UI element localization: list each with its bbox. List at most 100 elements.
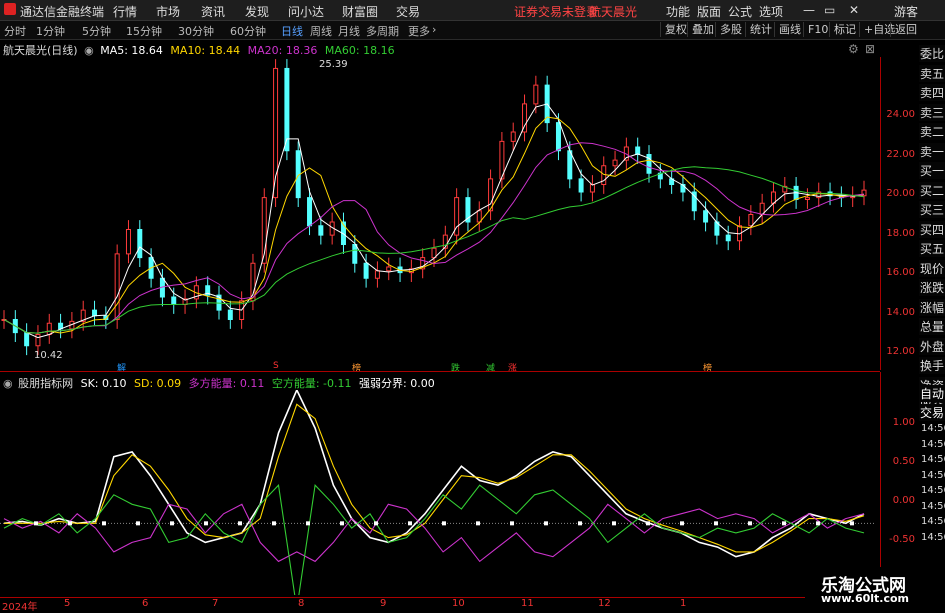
side-panel-item[interactable]: 交易: [919, 404, 945, 421]
side-panel-item[interactable]: 卖二: [919, 123, 945, 140]
f10-button[interactable]: F10: [803, 22, 832, 37]
tab-1min[interactable]: 1分钟: [36, 23, 65, 39]
stats-button[interactable]: 统计: [745, 22, 776, 37]
panel-close-icon[interactable]: ⊠: [865, 42, 875, 56]
date-label: 10: [452, 598, 465, 609]
tab-15min[interactable]: 15分钟: [126, 23, 162, 39]
strength-divider-dot: [34, 521, 38, 526]
menu-faxian[interactable]: 发现: [245, 3, 269, 20]
menu-shichang[interactable]: 市场: [156, 3, 180, 20]
ma5-label: MA5: 18.64: [100, 44, 163, 57]
strength-divider-dot: [850, 521, 854, 526]
tab-5min[interactable]: 5分钟: [82, 23, 111, 39]
side-panel-item[interactable]: 买三: [919, 201, 945, 218]
price-axis: [880, 57, 919, 370]
tab-monthly[interactable]: 月线: [338, 23, 360, 39]
menu-banmian[interactable]: 版面: [697, 3, 721, 20]
indicator-chart[interactable]: [0, 390, 880, 595]
menu-gongneng[interactable]: 功能: [666, 3, 690, 20]
panel-divider[interactable]: [0, 371, 880, 372]
trade-time: 14:56: [921, 531, 945, 543]
strength-divider-dot: [578, 521, 582, 526]
price-tick-24: 24.00: [886, 109, 915, 120]
side-panel-item[interactable]: 卖三: [919, 103, 945, 121]
strength-divider-dot: [170, 521, 174, 526]
side-panel-item[interactable]: 总量: [919, 318, 945, 335]
ind-tick-0: 0.00: [892, 495, 915, 506]
side-panel-item[interactable]: 买二: [919, 181, 945, 199]
side-panel-item[interactable]: 自动: [919, 385, 945, 402]
settings-icon[interactable]: ◉: [84, 44, 94, 57]
menu-jiaoyi[interactable]: 交易: [396, 3, 420, 20]
price-tick-18: 18.00: [886, 228, 915, 239]
tab-daily[interactable]: 日线: [281, 23, 303, 39]
menu-hangqing[interactable]: 行情: [113, 3, 137, 20]
side-panel-item[interactable]: 委比: [919, 45, 945, 62]
event-marker[interactable]: 解: [117, 361, 126, 374]
strength-divider-dot: [204, 521, 208, 526]
side-panel-item[interactable]: 卖四: [919, 84, 945, 101]
side-panel-item[interactable]: 换手: [919, 357, 945, 374]
side-panel-item[interactable]: 买四: [919, 220, 945, 238]
menu-gongshi[interactable]: 公式: [728, 3, 752, 20]
event-marker[interactable]: 减: [486, 361, 495, 374]
mark-button[interactable]: 标记: [829, 22, 860, 37]
price-chart[interactable]: [0, 57, 880, 357]
settings-icon[interactable]: ◉: [3, 377, 13, 390]
more-arrow-icon[interactable]: ›: [432, 23, 436, 36]
side-panel-item[interactable]: 现价: [919, 259, 945, 277]
candle-body: [46, 322, 52, 335]
date-label: 8: [298, 598, 305, 609]
tab-weekly[interactable]: 周线: [310, 23, 332, 39]
date-label: 5: [64, 598, 71, 609]
side-panel-item[interactable]: 外盘: [919, 337, 945, 355]
price-tick-22: 22.00: [886, 149, 915, 160]
tab-60min[interactable]: 60分钟: [230, 23, 266, 39]
back-button[interactable]: 返回: [890, 22, 921, 37]
trade-time: 14:56: [921, 485, 945, 496]
menu-caifuquan[interactable]: 财富圈: [342, 3, 378, 20]
tab-30min[interactable]: 30分钟: [178, 23, 214, 39]
event-marker[interactable]: S: [273, 361, 279, 371]
side-panel-item[interactable]: 买一: [919, 162, 945, 179]
guest-button[interactable]: 游客: [894, 3, 918, 20]
app-logo-icon: [4, 3, 16, 15]
minimize-button[interactable]: —: [803, 3, 815, 17]
side-panel-item[interactable]: 卖五: [919, 64, 945, 82]
tab-fenshi[interactable]: 分时: [4, 23, 26, 39]
menu-xuanxiang[interactable]: 选项: [759, 3, 783, 20]
overlay-button[interactable]: 叠加: [687, 22, 718, 37]
side-panel-item[interactable]: 涨跌: [919, 279, 945, 296]
candle-body: [612, 159, 618, 167]
ind-tick-neg05: -0.50: [889, 534, 915, 545]
date-label: 6: [142, 598, 149, 609]
drawline-button[interactable]: 画线: [774, 22, 805, 37]
tab-multi-period[interactable]: 多周期: [366, 23, 399, 39]
candle-body: [386, 266, 392, 272]
candle-body: [804, 197, 810, 200]
login-status[interactable]: 证券交易未登录: [514, 3, 598, 20]
side-panel-item[interactable]: 涨幅: [919, 298, 945, 316]
maximize-button[interactable]: ▭: [824, 3, 835, 17]
event-marker[interactable]: 榜: [703, 361, 712, 374]
price-low-annotation: 10.42: [34, 350, 63, 361]
price-tick-20: 20.00: [886, 188, 915, 199]
event-marker[interactable]: 跌: [451, 361, 460, 374]
side-panel-item[interactable]: 买五: [919, 240, 945, 257]
panel-settings-icon[interactable]: ⚙: [848, 42, 859, 56]
menu-zixun[interactable]: 资讯: [201, 3, 225, 20]
strength-divider-dot: [816, 521, 820, 526]
side-panel-item[interactable]: 卖一: [919, 142, 945, 160]
tab-more[interactable]: 更多: [408, 23, 430, 39]
close-button[interactable]: ✕: [849, 3, 859, 17]
strength-divider-dot: [714, 521, 718, 526]
event-marker[interactable]: 榜: [352, 361, 361, 374]
strength-divider-dot: [374, 521, 378, 526]
ind-tick-1: 1.00: [892, 417, 915, 428]
indicator-legend: ◉ 股朋指标网 SK: 0.10 SD: 0.09 多方能量: 0.11 空方能…: [3, 375, 435, 391]
multi-stock-button[interactable]: 多股: [715, 22, 746, 37]
event-marker[interactable]: 涨: [508, 361, 517, 374]
candle-body: [567, 150, 573, 180]
menu-wenxiaoda[interactable]: 问小达: [288, 3, 324, 20]
strength-divider-dot: [510, 521, 514, 526]
